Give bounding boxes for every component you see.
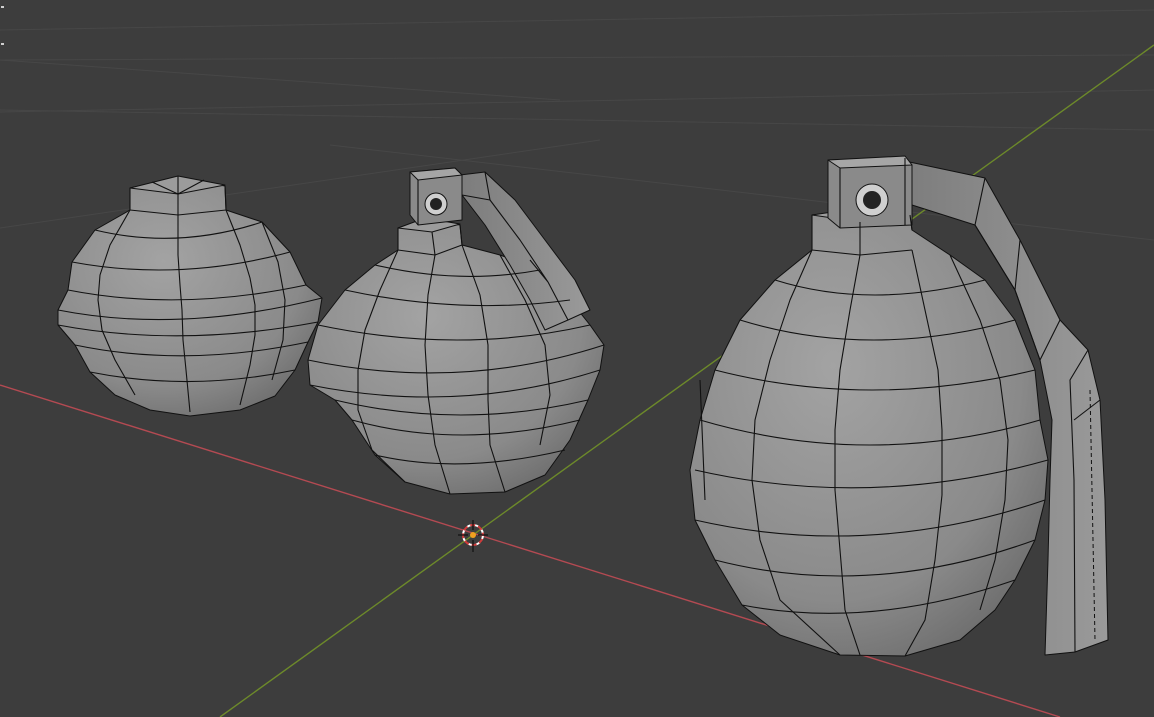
pin-ring-icon (863, 191, 881, 209)
grenade-with-lever-large[interactable] (689, 155, 1109, 657)
grenade-body-plain[interactable] (57, 175, 323, 417)
grenade-with-lever-small[interactable] (307, 167, 605, 495)
viewport-canvas[interactable] (0, 0, 1154, 717)
3d-viewport[interactable] (0, 0, 1154, 717)
3d-cursor-icon[interactable] (458, 520, 488, 552)
pin-ring-icon (430, 198, 442, 210)
